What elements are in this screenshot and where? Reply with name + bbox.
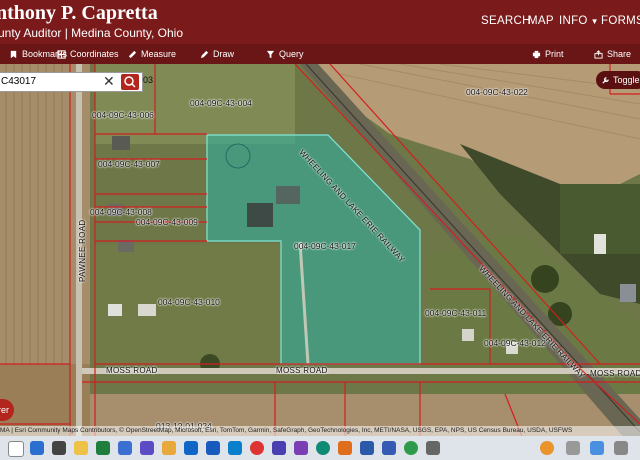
outlook-icon[interactable] [228,441,242,455]
coordinates-icon [57,49,66,59]
map-view[interactable]: 004-09C-43-004 004-09C-43-006 004-09C-43… [0,64,640,444]
house [462,329,474,341]
side-button-label: rer [0,405,9,415]
house [108,304,122,316]
onenote-icon[interactable] [272,441,286,455]
search-button[interactable] [121,74,139,90]
nav-map[interactable]: MAP [528,15,554,27]
query-icon [266,50,275,58]
building [247,203,273,227]
network-icon[interactable] [590,441,604,455]
parcel-label: 004-09C-43-008 [90,207,152,217]
print-button[interactable]: Print [532,44,564,64]
measure-label: Measure [141,49,177,59]
share-button[interactable]: Share [594,44,631,64]
aerial-imagery [0,64,640,444]
road-label-moss: MOSS ROAD [106,366,158,375]
close-icon[interactable]: ✕ [103,73,115,90]
road-label-moss: MOSS ROAD [276,366,328,375]
tree-cluster [531,265,559,293]
os-taskbar [0,436,640,460]
map-attribution: MA | Esri Community Maps Contributors, ©… [0,426,640,436]
edge-icon[interactable] [316,441,330,455]
house [138,304,156,316]
ruler-icon [128,50,137,58]
folder-icon[interactable] [74,441,88,455]
teams-icon[interactable] [140,441,154,455]
parcel-search-input[interactable]: C43017 ✕ [0,72,143,92]
parcel-label-selected: 004-09C-43-017 [294,241,356,251]
house [620,284,636,302]
house [594,234,606,254]
caret-down-icon: ▼ [590,17,599,26]
map-toolbar: Bookmarks Coordinates Measure Draw Query… [0,44,640,64]
parcel-label: 004-09C-43-022 [466,87,528,97]
app-header: nthony P. Capretta unty Auditor | Medina… [0,0,640,44]
volume-icon[interactable] [614,441,628,455]
tray-icon[interactable] [566,441,580,455]
settings-icon[interactable] [426,441,440,455]
onenote-icon[interactable] [294,441,308,455]
page-subtitle: unty Auditor | Medina County, Ohio [0,26,183,40]
bookmark-icon [10,50,17,58]
query-button[interactable]: Query [266,44,304,64]
parcel-label: 004-09C-43-012 [484,338,546,348]
search-result-suffix: 03 [143,75,154,85]
nav-info[interactable]: INFO ▼ [559,15,599,27]
weather-icon [540,441,554,455]
word-icon[interactable] [206,441,220,455]
excel-icon[interactable] [96,441,110,455]
outlook-icon[interactable] [184,441,198,455]
print-label: Print [545,49,564,59]
moss-road-surface [82,368,640,374]
building [276,186,300,204]
wrench-icon [602,76,609,84]
widgets-icon[interactable] [52,441,66,455]
nav-info-label: INFO [559,15,588,27]
nav-forms[interactable]: FORMS [601,15,640,27]
nav-search[interactable]: SEARCH [481,15,531,27]
coordinates-label: Coordinates [70,49,119,59]
toggle-button[interactable]: Toggle [596,71,640,89]
parcel-label: 004-09C-43-010 [158,297,220,307]
house [112,136,130,150]
toggle-label: Toggle [613,75,640,85]
road-label-moss: MOSS ROAD [590,369,640,378]
task-view-icon[interactable] [30,441,44,455]
search-value: C43017 [1,76,37,87]
draw-label: Draw [213,49,235,59]
search-icon [124,76,136,88]
parcel-label: 004-09C-43-004 [190,98,252,108]
word-icon[interactable] [118,441,132,455]
chrome-icon[interactable] [404,441,418,455]
coordinates-button[interactable]: Coordinates [57,44,119,64]
page-title: nthony P. Capretta [0,2,158,24]
app-icon[interactable] [360,441,374,455]
query-label: Query [279,49,304,59]
share-label: Share [607,49,632,59]
parcel-label: 004-09C-43-011 [425,308,487,318]
print-icon [532,50,541,58]
draw-button[interactable]: Draw [200,44,234,64]
parcel-label: 004-09C-43-006 [92,110,154,120]
powerpoint-icon[interactable] [338,441,352,455]
measure-button[interactable]: Measure [128,44,176,64]
search-icon[interactable] [8,441,24,457]
folder-icon[interactable] [162,441,176,455]
house [118,240,134,252]
share-icon [594,49,603,59]
chrome-icon[interactable] [250,441,264,455]
app-icon[interactable] [382,441,396,455]
pencil-icon [200,50,209,58]
road-label-pawnee: PAWNEE ROAD [78,219,87,282]
parcel-label: 004-09C-43-007 [98,159,160,169]
parcel-label: 004-09C-43-009 [136,217,198,227]
